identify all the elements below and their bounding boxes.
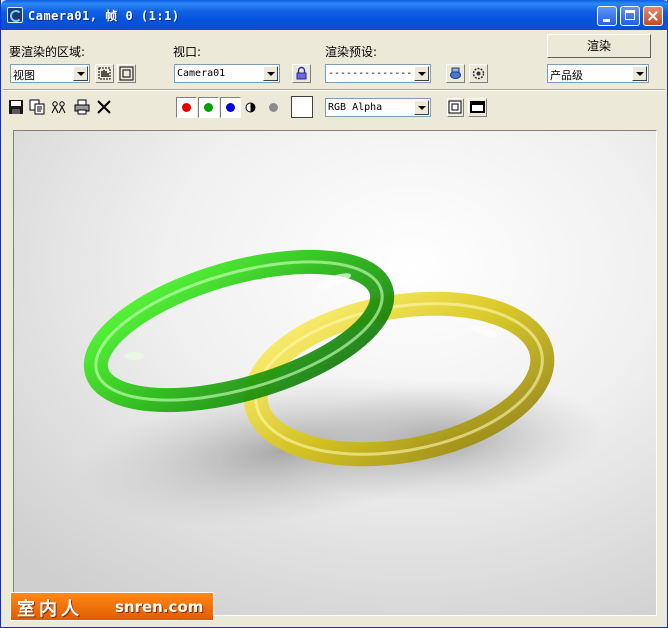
save-icon[interactable] — [8, 99, 24, 115]
channel-display-value: RGB Alpha — [328, 102, 383, 113]
site-watermark: 室内人 snren.com — [10, 592, 214, 621]
print-icon[interactable] — [74, 99, 90, 115]
lock-viewport-button[interactable] — [292, 64, 311, 83]
minimize-button[interactable] — [597, 6, 617, 26]
window-ui-icon — [470, 101, 485, 113]
area-to-render-label: 要渲染的区域: — [9, 45, 86, 59]
red-channel-button[interactable] — [176, 97, 197, 118]
toggle-ui-overlay-button[interactable] — [447, 98, 464, 117]
alpha-channel-icon[interactable] — [268, 102, 279, 113]
region-frame-icon — [119, 66, 134, 81]
chevron-down-icon[interactable] — [263, 66, 278, 81]
gear-icon — [472, 67, 485, 80]
viewport-label: 视口: — [173, 45, 202, 59]
red-dot-icon — [182, 103, 191, 112]
edit-region-button[interactable] — [95, 64, 114, 83]
channel-display-dropdown[interactable]: RGB Alpha — [325, 98, 431, 117]
clear-icon[interactable] — [96, 99, 112, 115]
hand-region-icon — [98, 67, 111, 80]
render-preset-label: 渲染预设: — [325, 45, 378, 59]
render-preset-value: --------------- — [328, 68, 419, 79]
blue-dot-icon — [226, 103, 235, 112]
chevron-down-icon[interactable] — [73, 66, 88, 81]
auto-region-button[interactable] — [117, 64, 136, 83]
toggle-ui-button[interactable] — [468, 98, 487, 117]
area-to-render-dropdown[interactable]: 视图 — [10, 64, 90, 83]
chevron-down-icon[interactable] — [414, 66, 429, 81]
green-channel-button[interactable] — [198, 97, 219, 118]
lock-icon — [296, 66, 307, 80]
clone-icon[interactable] — [51, 99, 67, 115]
watermark-chinese-text: 室内人 — [17, 599, 83, 620]
quality-dropdown[interactable]: 产品级 — [547, 64, 649, 83]
blue-channel-button[interactable] — [220, 97, 241, 118]
render-frame-window: Camera01, 帧 0 (1:1) 要渲染的区域: 视口: 渲染预设: 渲染… — [0, 0, 668, 628]
quality-value: 产品级 — [550, 69, 583, 82]
color-swatch[interactable] — [291, 96, 313, 118]
viewport-dropdown[interactable]: Camera01 — [174, 64, 280, 83]
render-button[interactable]: 渲染 — [547, 34, 651, 58]
watermark-site-text: snren.com — [115, 598, 204, 616]
chevron-down-icon[interactable] — [414, 100, 429, 115]
environment-button[interactable] — [469, 64, 488, 83]
render-setup-button[interactable] — [446, 64, 465, 83]
render-setup-teapot-icon — [450, 67, 461, 79]
toolbar-separator — [3, 89, 665, 91]
rendered-image — [14, 131, 656, 615]
3dsmax-app-icon[interactable] — [7, 7, 23, 23]
close-button[interactable] — [643, 6, 663, 26]
area-to-render-value: 视图 — [13, 69, 35, 82]
chevron-down-icon[interactable] — [632, 66, 647, 81]
frame-overlay-icon — [448, 100, 462, 114]
viewport-value: Camera01 — [177, 68, 226, 79]
green-dot-icon — [204, 103, 213, 112]
rendered-image-viewport[interactable] — [13, 130, 657, 616]
render-preset-dropdown[interactable]: --------------- — [325, 64, 431, 83]
copy-icon[interactable] — [29, 99, 45, 115]
monochrome-icon[interactable] — [245, 102, 256, 113]
window-title: Camera01, 帧 0 (1:1) — [28, 9, 180, 23]
title-bar[interactable]: Camera01, 帧 0 (1:1) — [1, 0, 668, 30]
maximize-button[interactable] — [620, 6, 640, 26]
